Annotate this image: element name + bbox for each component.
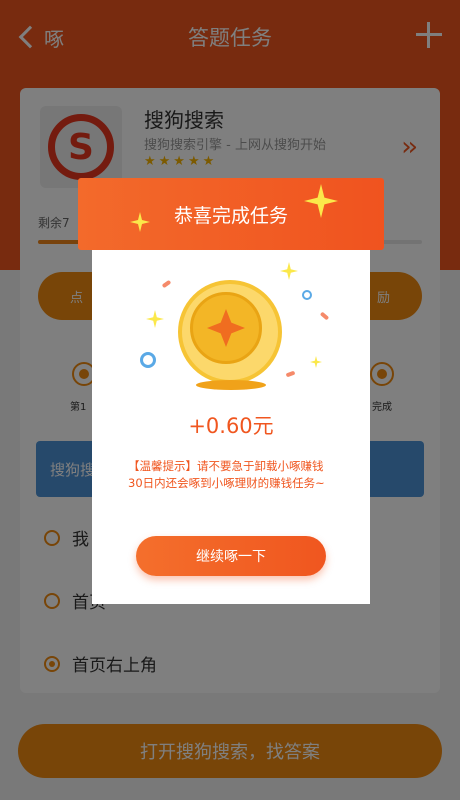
sparkle-icon xyxy=(146,310,164,328)
confetti-dash-icon xyxy=(161,279,172,289)
sparkle-icon xyxy=(304,184,338,218)
confetti-dash-icon xyxy=(285,370,296,378)
reward-amount: +0.60元 xyxy=(188,414,274,438)
coin-stand xyxy=(196,380,266,390)
continue-button-label: 继续啄一下 xyxy=(196,549,266,565)
sparkle-icon xyxy=(310,356,322,368)
continue-button[interactable]: 继续啄一下 xyxy=(136,536,326,576)
confetti-dash-icon xyxy=(319,311,330,321)
confetti-ring-icon xyxy=(302,290,312,300)
warm-tip: 【温馨提示】请不要急于卸载小啄赚钱30日内还会啄到小啄理财的赚钱任务~ xyxy=(128,459,325,490)
modal-body: +0.60元 【温馨提示】请不要急于卸载小啄赚钱30日内还会啄到小啄理财的赚钱任… xyxy=(92,248,370,604)
gold-coin-icon xyxy=(178,280,282,384)
modal-title: 恭喜完成任务 xyxy=(173,204,288,227)
coin-star-icon xyxy=(207,309,245,347)
modal-header: 恭喜完成任务 xyxy=(78,178,384,250)
confetti-ring-icon xyxy=(140,352,156,368)
sparkle-icon xyxy=(280,262,298,280)
coin-inner xyxy=(190,292,262,364)
sparkle-icon xyxy=(130,212,150,232)
